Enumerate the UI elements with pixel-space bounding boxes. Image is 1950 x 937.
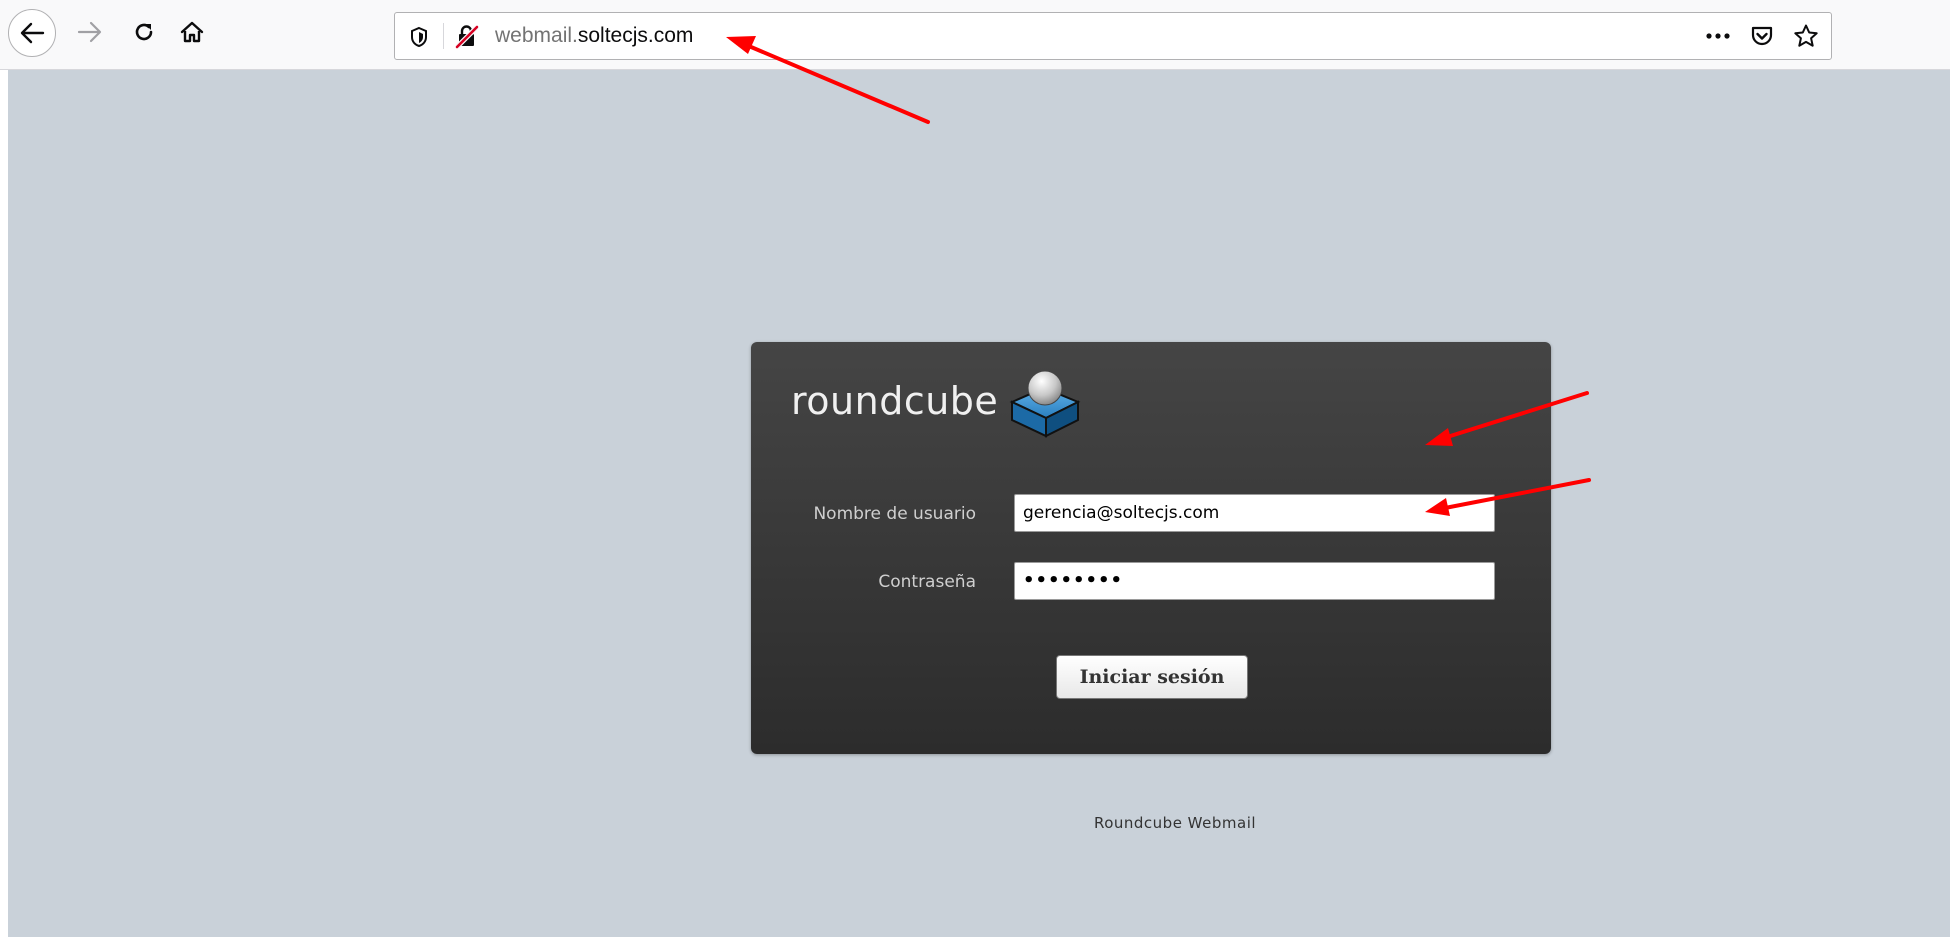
page-content: roundcube Nombre de usuario gerencia@sol… [8,70,1950,937]
url-domain: soltecjs.com [577,24,694,47]
home-icon [180,21,204,43]
reload-button[interactable] [122,10,166,54]
footer-text: Roundcube Webmail [1093,814,1257,832]
reload-icon [135,23,153,41]
roundcube-logo-icon [1009,370,1081,438]
arrow-right-icon [77,21,102,43]
pocket-icon [1751,26,1773,46]
browser-toolbar: webmail.soltecjs.com [0,0,1950,70]
url-prefix: webmail. [495,24,578,47]
insecure-connection-icon[interactable] [455,25,479,49]
footer: Roundcube Webmail [8,814,1950,832]
back-button[interactable] [8,9,56,57]
username-input[interactable]: gerencia@soltecjs.com [1014,494,1495,532]
url-text[interactable]: webmail.soltecjs.com [495,24,693,48]
url-actions [1703,21,1821,51]
page-actions-button[interactable] [1703,21,1733,51]
address-bar[interactable]: webmail.soltecjs.com [394,12,1832,60]
password-input[interactable]: •••••••• [1014,562,1495,600]
login-panel: roundcube Nombre de usuario gerencia@sol… [751,342,1551,754]
home-button[interactable] [170,10,214,54]
forward-button[interactable] [68,10,112,54]
shield-icon[interactable] [409,26,429,48]
more-dots-icon [1706,33,1730,39]
username-row: Nombre de usuario gerencia@soltecjs.com [751,494,1551,534]
arrow-left-icon [20,22,45,44]
url-separator [443,23,444,49]
roundcube-logo: roundcube [791,362,1082,440]
bookmark-button[interactable] [1791,21,1821,51]
login-button[interactable]: Iniciar sesión [1056,655,1248,699]
star-icon [1794,24,1818,47]
password-label: Contraseña [878,572,976,592]
logo-text: roundcube [791,379,999,423]
password-row: Contraseña •••••••• [751,562,1551,602]
username-label: Nombre de usuario [813,504,976,524]
pocket-button[interactable] [1747,21,1777,51]
